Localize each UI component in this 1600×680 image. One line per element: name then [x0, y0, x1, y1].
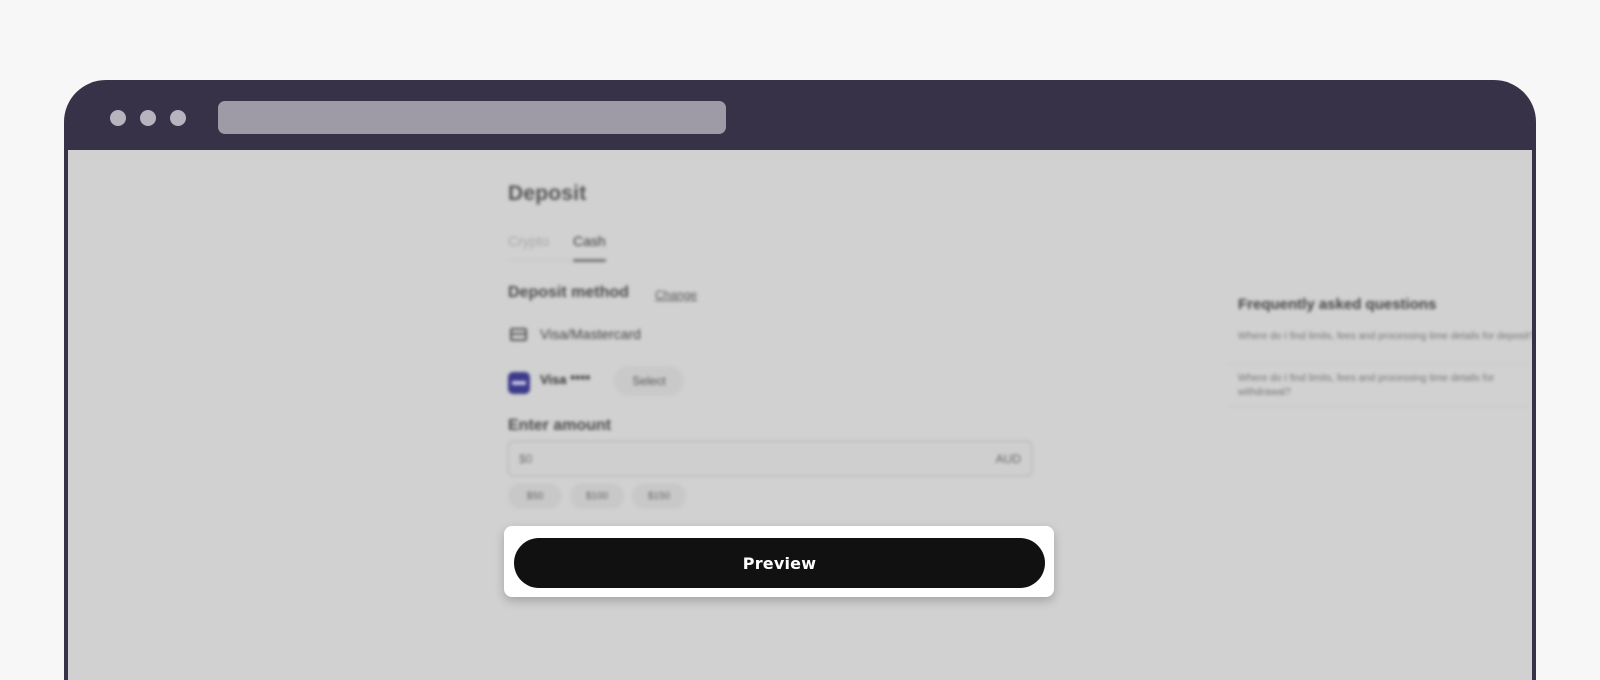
quick-amount-chip[interactable]: $150	[632, 483, 686, 509]
address-bar[interactable]	[218, 101, 726, 134]
window-control-dot[interactable]	[170, 110, 186, 126]
faq-divider	[1228, 406, 1528, 407]
preview-button[interactable]: Preview	[514, 538, 1045, 588]
credit-card-icon	[510, 328, 527, 341]
currency-label: AUD	[995, 451, 1021, 466]
saved-card-label: Visa ****	[540, 372, 591, 387]
select-card-button[interactable]: Select	[614, 366, 684, 396]
tab-crypto[interactable]: Crypto	[508, 233, 549, 249]
enter-amount-label: Enter amount	[508, 417, 612, 434]
dimmed-page-content: Deposit Crypto Cash Deposit method Chang…	[68, 150, 1532, 680]
faq-item[interactable]: Where do I find limits, fees and process…	[1238, 372, 1532, 400]
deposit-method-name: Visa/Mastercard	[540, 326, 641, 342]
amount-placeholder: $0	[519, 451, 533, 466]
window-control-dot[interactable]	[140, 110, 156, 126]
quick-amount-chip[interactable]: $100	[570, 483, 624, 509]
visa-logo-icon	[508, 372, 530, 394]
page-title: Deposit	[508, 182, 587, 205]
page-viewport: Deposit Crypto Cash Deposit method Chang…	[68, 150, 1532, 680]
active-tab-indicator	[573, 259, 606, 262]
quick-amount-chip[interactable]: $50	[508, 483, 562, 509]
amount-input[interactable]: $0 AUD	[507, 440, 1033, 477]
deposit-method-label: Deposit method	[508, 284, 629, 301]
tab-cash[interactable]: Cash	[573, 233, 606, 249]
window-control-dot[interactable]	[110, 110, 126, 126]
change-method-link[interactable]: Change	[655, 288, 697, 302]
faq-divider	[1228, 364, 1528, 365]
faq-item[interactable]: Where do I find limits, fees and process…	[1238, 330, 1532, 344]
faq-title: Frequently asked questions	[1238, 296, 1437, 313]
screenshot-frame: Deposit Crypto Cash Deposit method Chang…	[0, 0, 1600, 680]
